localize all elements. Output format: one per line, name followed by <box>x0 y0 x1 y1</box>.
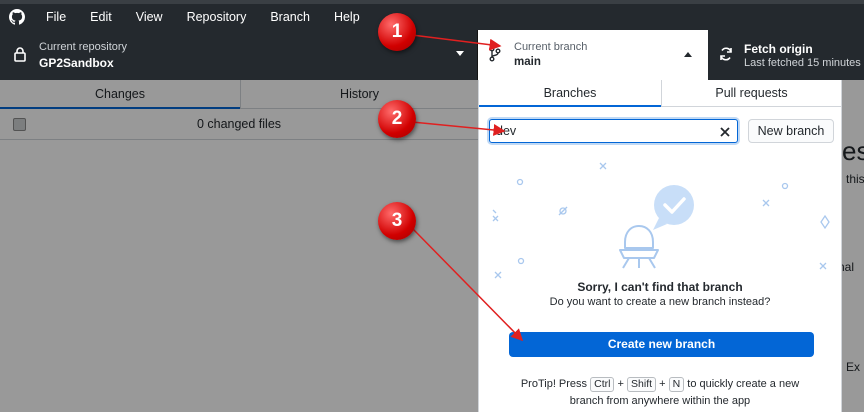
toolbar: Current repository GP2Sandbox Current br… <box>0 30 864 80</box>
tab-pull-requests[interactable]: Pull requests <box>661 80 841 107</box>
sync-icon <box>718 46 734 62</box>
branch-name: main <box>514 56 541 68</box>
lock-icon <box>12 46 28 62</box>
no-branch-subtitle: Do you want to create a new branch inste… <box>549 296 771 308</box>
tab-branches[interactable]: Branches <box>479 80 661 107</box>
annotation-badge-1: 1 <box>378 13 416 51</box>
branch-filter-field[interactable] <box>489 119 738 143</box>
git-branch-icon <box>487 46 503 62</box>
fetch-origin-button[interactable]: Fetch origin Last fetched 15 minutes ago <box>708 30 864 80</box>
chevron-up-icon <box>684 52 692 57</box>
menu-file[interactable]: File <box>34 4 78 30</box>
repository-name: GP2Sandbox <box>39 56 114 70</box>
menu-bar: File Edit View Repository Branch Help <box>0 4 864 30</box>
kbd-shift: Shift <box>627 377 657 392</box>
annotation-badge-2: 2 <box>378 100 416 138</box>
current-repository-label: Current repository <box>39 41 128 53</box>
create-new-branch-button[interactable]: Create new branch <box>509 332 814 357</box>
kbd-plus-2: + <box>659 378 666 390</box>
kbd-ctrl: Ctrl <box>590 377 615 392</box>
protip-text: ProTip! Press Ctrl + Shift + N to quickl… <box>479 376 841 410</box>
dropdown-tab-bar: Branches Pull requests <box>479 80 841 107</box>
kbd-plus-1: + <box>617 378 624 390</box>
branch-filter-input[interactable] <box>496 123 711 139</box>
protip-line2: branch from anywhere within the app <box>569 395 751 407</box>
menu-repository[interactable]: Repository <box>175 4 259 30</box>
annotation-badge-3: 3 <box>378 202 416 240</box>
fetch-origin-label: Fetch origin <box>744 42 813 56</box>
current-branch-button[interactable]: Current branch main <box>478 30 708 80</box>
menu-branch[interactable]: Branch <box>258 4 322 30</box>
menu-edit[interactable]: Edit <box>78 4 124 30</box>
last-fetched-status: Last fetched 15 minutes ago <box>744 57 864 69</box>
menu-view[interactable]: View <box>124 4 175 30</box>
protip-suffix: to quickly create a new <box>687 378 800 390</box>
protip-prefix: ProTip! Press <box>520 378 588 390</box>
close-icon[interactable] <box>719 125 731 137</box>
no-branch-title: Sorry, I can't find that branch <box>577 280 743 294</box>
chevron-down-icon <box>456 51 464 56</box>
github-logo-icon <box>0 4 34 30</box>
menu-help[interactable]: Help <box>322 4 372 30</box>
no-branches-illustration <box>479 158 841 288</box>
branches-dropdown: Branches Pull requests New branch <box>478 80 842 412</box>
current-branch-label: Current branch <box>514 41 588 53</box>
new-branch-button[interactable]: New branch <box>748 119 834 143</box>
kbd-n: N <box>668 377 685 392</box>
